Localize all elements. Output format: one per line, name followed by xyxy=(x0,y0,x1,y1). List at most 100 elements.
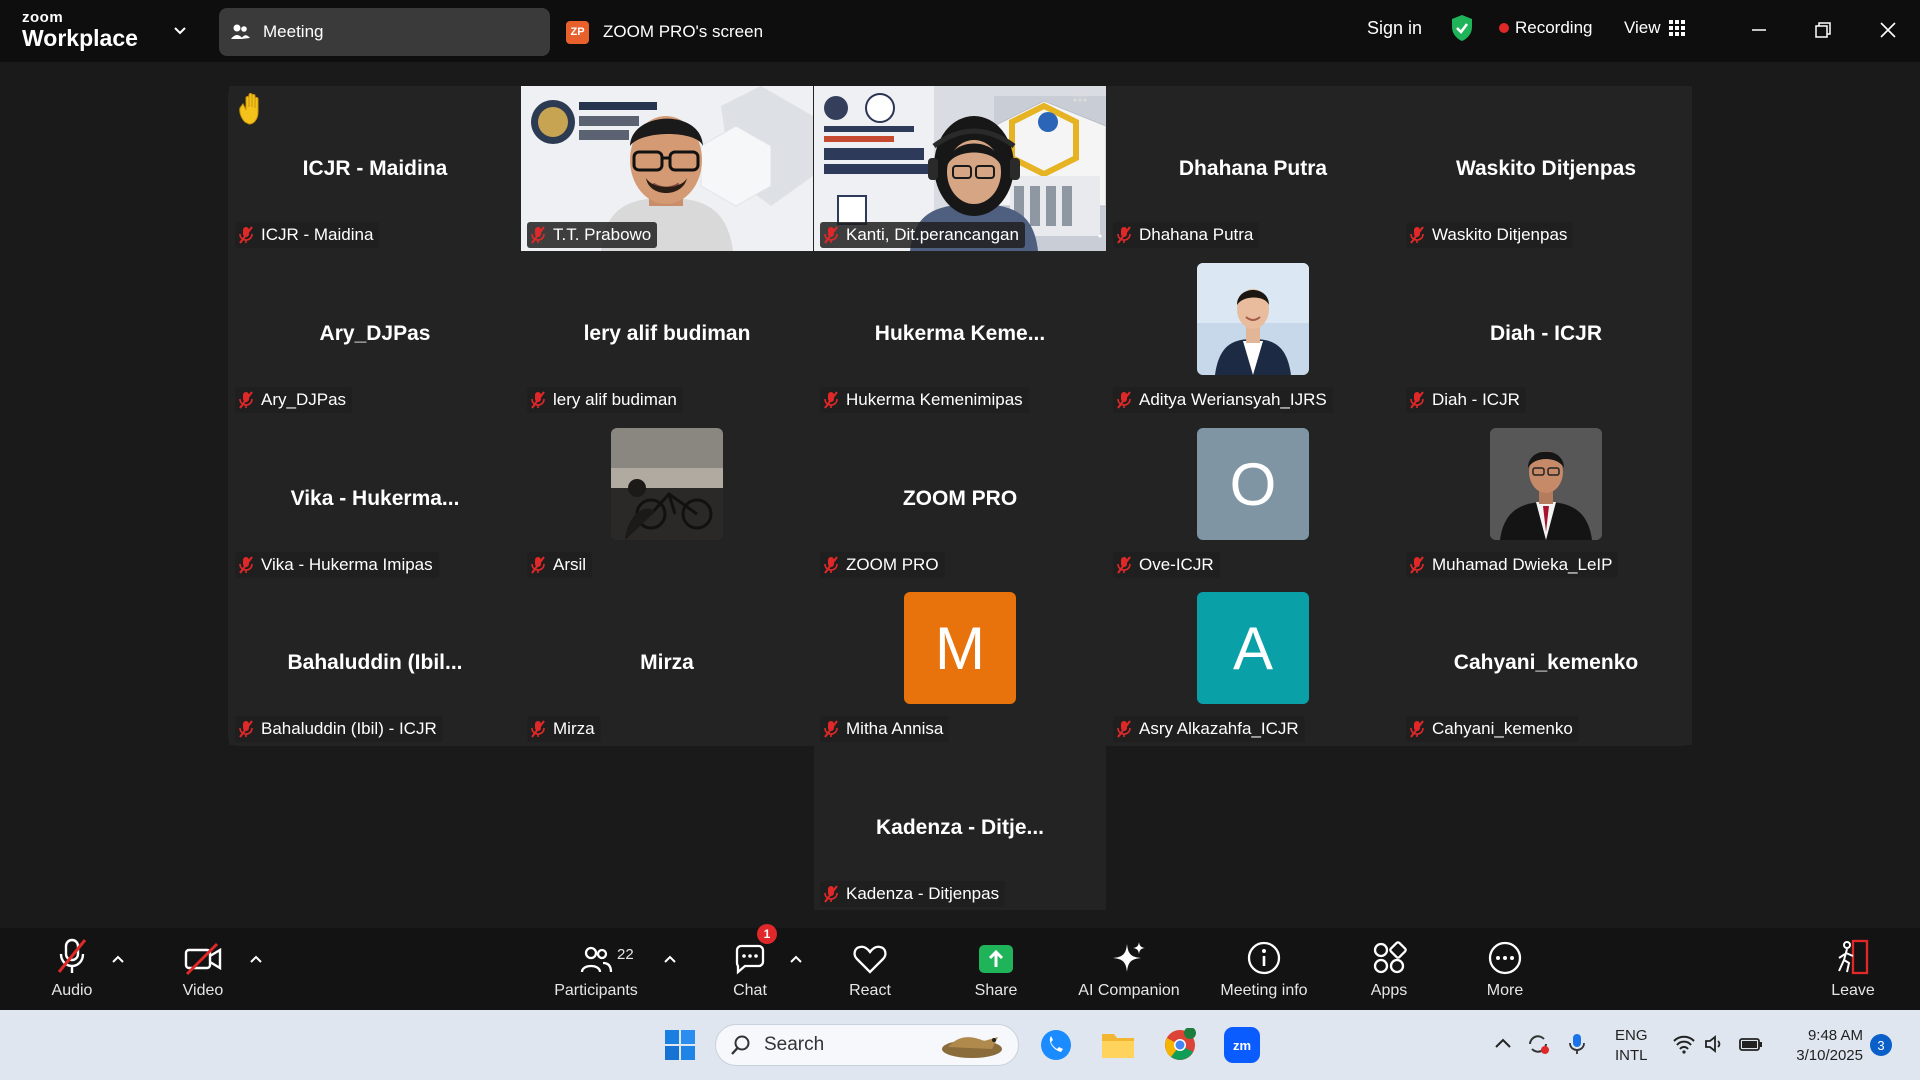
participant-tile[interactable]: Cahyani_kemenko Cahyani_kemenko xyxy=(1400,580,1692,745)
video-button[interactable]: Video xyxy=(172,928,234,1010)
participant-name-label: T.T. Prabowo xyxy=(527,222,658,248)
audio-options-chevron-icon[interactable] xyxy=(110,952,126,968)
participant-name-text: ICJR - Maidina xyxy=(261,225,374,244)
taskbar-search[interactable]: Search xyxy=(715,1024,1019,1066)
clock-time: 9:48 AM xyxy=(1807,1027,1863,1044)
participants-button[interactable]: Participants xyxy=(548,928,644,1010)
participant-name-label: Waskito Ditjenpas xyxy=(1406,222,1574,248)
sync-icon[interactable] xyxy=(1526,1032,1550,1061)
leave-button[interactable]: Leave xyxy=(1828,928,1878,1010)
participant-tile[interactable]: O Ove-ICJR xyxy=(1107,416,1399,581)
participant-tile[interactable]: Diah - ICJR Diah - ICJR xyxy=(1400,251,1692,416)
sign-in-link[interactable]: Sign in xyxy=(1367,18,1422,39)
tile-options-icon[interactable] xyxy=(1072,92,1088,111)
view-button[interactable]: View xyxy=(1624,18,1685,38)
react-label: React xyxy=(849,982,891,999)
mic-muted-icon xyxy=(824,720,838,738)
tab-meeting[interactable]: Meeting xyxy=(219,8,550,56)
apps-button[interactable]: Apps xyxy=(1364,928,1414,1010)
mic-muted-icon xyxy=(1410,226,1424,244)
more-icon xyxy=(1487,928,1523,976)
more-label: More xyxy=(1486,982,1524,999)
search-highlight-icon xyxy=(942,1037,1002,1058)
participant-name-text: Vika - Hukerma Imipas xyxy=(261,555,433,574)
recording-indicator[interactable]: Recording xyxy=(1499,18,1593,38)
phone-link-icon[interactable] xyxy=(1036,1025,1076,1065)
volume-icon[interactable] xyxy=(1704,1034,1726,1059)
mic-muted-icon xyxy=(1117,391,1131,409)
show-hidden-icons-chevron-icon[interactable] xyxy=(1494,1036,1512,1055)
participant-tile[interactable]: Kadenza - Ditje... Kadenza - Ditjenpas xyxy=(814,745,1106,910)
participant-tile[interactable]: ICJR - Maidina ICJR - Maidina xyxy=(229,86,521,251)
wifi-icon[interactable] xyxy=(1672,1034,1696,1059)
leave-label: Leave xyxy=(1831,982,1875,999)
chat-icon: 1 xyxy=(733,924,777,976)
participant-name-text: Bahaluddin (Ibil) - ICJR xyxy=(261,719,437,738)
participant-name-text: Ove-ICJR xyxy=(1139,555,1214,574)
participant-tile[interactable]: Bahaluddin (Ibil... Bahaluddin (Ibil) - I… xyxy=(229,580,521,745)
participant-tile[interactable]: ZOOM PRO ZOOM PRO xyxy=(814,416,1106,581)
participant-tile[interactable]: Muhamad Dwieka_LeIP xyxy=(1400,416,1692,581)
participant-name-label: Hukerma Kemenimipas xyxy=(820,387,1029,413)
close-icon[interactable] xyxy=(1872,14,1904,46)
participant-tile[interactable]: A Asry Alkazahfa_ICJR xyxy=(1107,580,1399,745)
mic-muted-icon xyxy=(1410,556,1424,574)
participant-name-text: Dhahana Putra xyxy=(1139,225,1254,244)
windows-taskbar: Search zm ENG INTL 9:48 AM 3/10/2025 3 xyxy=(0,1010,1920,1080)
participant-tile[interactable]: Waskito Ditjenpas Waskito Ditjenpas xyxy=(1400,86,1692,251)
participants-options-chevron-icon[interactable] xyxy=(662,952,678,968)
notification-count-badge[interactable]: 3 xyxy=(1870,1034,1892,1056)
participant-tile[interactable]: Dhahana Putra Dhahana Putra xyxy=(1107,86,1399,251)
participant-name-text: T.T. Prabowo xyxy=(553,225,652,244)
tab-shared-screen[interactable]: ZP ZOOM PRO's screen xyxy=(566,8,763,56)
ai-companion-button[interactable]: AI Companion xyxy=(1073,928,1185,1010)
participant-tile[interactable]: Vika - Hukerma... Vika - Hukerma Imipas xyxy=(229,416,521,581)
participant-tile[interactable]: Kanti, Dit.perancangan xyxy=(814,86,1106,251)
file-explorer-icon[interactable] xyxy=(1098,1025,1138,1065)
zoom-app-icon[interactable]: zm xyxy=(1222,1025,1262,1065)
participants-label: Participants xyxy=(554,982,638,999)
restore-icon[interactable] xyxy=(1807,14,1839,46)
chat-button[interactable]: 1 Chat xyxy=(726,924,777,1010)
video-off-icon xyxy=(183,928,223,976)
microphone-icon[interactable] xyxy=(1568,1032,1586,1061)
participant-name-label: Kanti, Dit.perancangan xyxy=(820,222,1025,248)
participant-tile[interactable]: Arsil xyxy=(521,416,813,581)
share-button[interactable]: Share xyxy=(970,928,1022,1010)
mic-muted-icon xyxy=(1117,556,1131,574)
shield-check-icon[interactable] xyxy=(1450,14,1474,47)
meeting-toolbar: Audio Video Participants 22 1 Chat React… xyxy=(0,924,1920,1010)
video-options-chevron-icon[interactable] xyxy=(248,952,264,968)
more-button[interactable]: More xyxy=(1480,928,1530,1010)
participant-name-text: Arsil xyxy=(553,555,587,574)
audio-label: Audio xyxy=(51,982,93,999)
participant-tile[interactable]: Aditya Weriansyah_IJRS xyxy=(1107,251,1399,416)
raised-hand-icon xyxy=(237,92,269,134)
audio-button[interactable]: Audio xyxy=(42,928,102,1010)
participant-name-text: Muhamad Dwieka_LeIP xyxy=(1432,555,1613,574)
chrome-icon[interactable] xyxy=(1160,1025,1200,1065)
participant-tile[interactable]: Hukerma Keme... Hukerma Kemenimipas xyxy=(814,251,1106,416)
ai-companion-label: AI Companion xyxy=(1078,982,1180,999)
participants-icon xyxy=(579,928,613,976)
windows-start-icon[interactable] xyxy=(660,1025,700,1065)
battery-icon[interactable] xyxy=(1738,1034,1764,1059)
participant-name-text: Kanti, Dit.perancangan xyxy=(846,225,1019,244)
participant-name-label: Mitha Annisa xyxy=(820,716,950,742)
participant-name-label: Vika - Hukerma Imipas xyxy=(235,552,439,578)
participant-tile[interactable]: T.T. Prabowo xyxy=(521,86,813,251)
minimize-icon[interactable] xyxy=(1743,14,1775,46)
participant-tile[interactable]: lery alif budiman lery alif budiman xyxy=(521,251,813,416)
chevron-down-icon[interactable] xyxy=(170,20,190,40)
participant-tile[interactable]: M Mitha Annisa xyxy=(814,580,1106,745)
input-language-indicator[interactable]: ENG INTL xyxy=(1615,1026,1648,1066)
react-button[interactable]: React xyxy=(843,928,897,1010)
recording-dot-icon xyxy=(1499,23,1509,33)
mic-muted-icon xyxy=(1117,226,1131,244)
leave-door-icon xyxy=(1835,928,1871,976)
participant-tile[interactable]: Ary_DJPas Ary_DJPas xyxy=(229,251,521,416)
meeting-info-button[interactable]: Meeting info xyxy=(1214,928,1314,1010)
system-clock[interactable]: 9:48 AM 3/10/2025 xyxy=(1783,1026,1863,1066)
chat-options-chevron-icon[interactable] xyxy=(788,952,804,968)
participant-tile[interactable]: Mirza Mirza xyxy=(521,580,813,745)
